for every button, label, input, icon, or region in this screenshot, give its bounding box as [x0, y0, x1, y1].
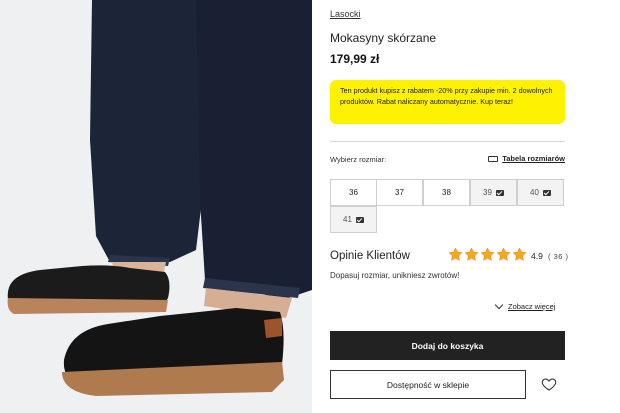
fit-note: Dopasuj rozmiar, unikniesz zwrotów! [330, 271, 460, 280]
size-select-label: Wybierz rozmiar: [330, 155, 387, 164]
mail-icon [542, 189, 551, 196]
reviews-title: Opinie Klientów [330, 250, 410, 262]
size-option-38[interactable]: 38 [423, 179, 470, 206]
mail-icon [495, 189, 504, 196]
size-option-label: 40 [530, 188, 539, 197]
see-more-label: Zobacz więcej [508, 302, 556, 311]
add-to-cart-button[interactable]: Dodaj do koszyka [330, 331, 565, 360]
size-option-label: 36 [349, 188, 358, 197]
size-option-37[interactable]: 37 [376, 179, 423, 206]
rating-value: 4.9 [531, 251, 543, 261]
star-icon [512, 247, 527, 261]
mail-icon [355, 216, 364, 223]
product-photo [0, 0, 312, 413]
store-availability-button[interactable]: Dostępność w sklepie [330, 370, 526, 399]
brand-link[interactable]: Lasocki [330, 9, 361, 19]
star-icon [480, 247, 495, 261]
star-icon [496, 247, 511, 261]
rating-count[interactable]: ( 36 ) [548, 252, 569, 261]
size-option-label: 39 [483, 188, 492, 197]
product-price: 179,99 zł [330, 52, 380, 66]
divider [330, 141, 565, 142]
size-option-40[interactable]: 40 [517, 179, 564, 206]
rating-stars[interactable] [448, 247, 527, 262]
size-option-36[interactable]: 36 [330, 179, 377, 206]
see-more-link[interactable]: Zobacz więcej [494, 300, 556, 311]
size-option-label: 41 [343, 215, 352, 224]
size-option-label: 37 [395, 188, 404, 197]
product-details-panel: Lasocki Mokasyny skórzane 179,99 zł Ten … [330, 0, 620, 413]
star-icon [448, 247, 463, 261]
chevron-down-icon [494, 300, 504, 310]
size-option-41[interactable]: 41 [330, 206, 377, 233]
promo-banner: Ten produkt kupisz z rabatem -20% przy z… [330, 80, 565, 124]
ruler-icon [488, 155, 499, 162]
size-table-link[interactable]: Tabela rozmiarów [488, 154, 565, 163]
size-option-label: 38 [442, 188, 451, 197]
size-option-39[interactable]: 39 [470, 179, 517, 206]
product-image-illustration [0, 0, 312, 413]
star-icon [464, 247, 479, 261]
heart-icon[interactable] [541, 376, 557, 392]
product-title: Mokasyny skórzane [330, 31, 437, 45]
size-table-label: Tabela rozmiarów [502, 154, 565, 163]
